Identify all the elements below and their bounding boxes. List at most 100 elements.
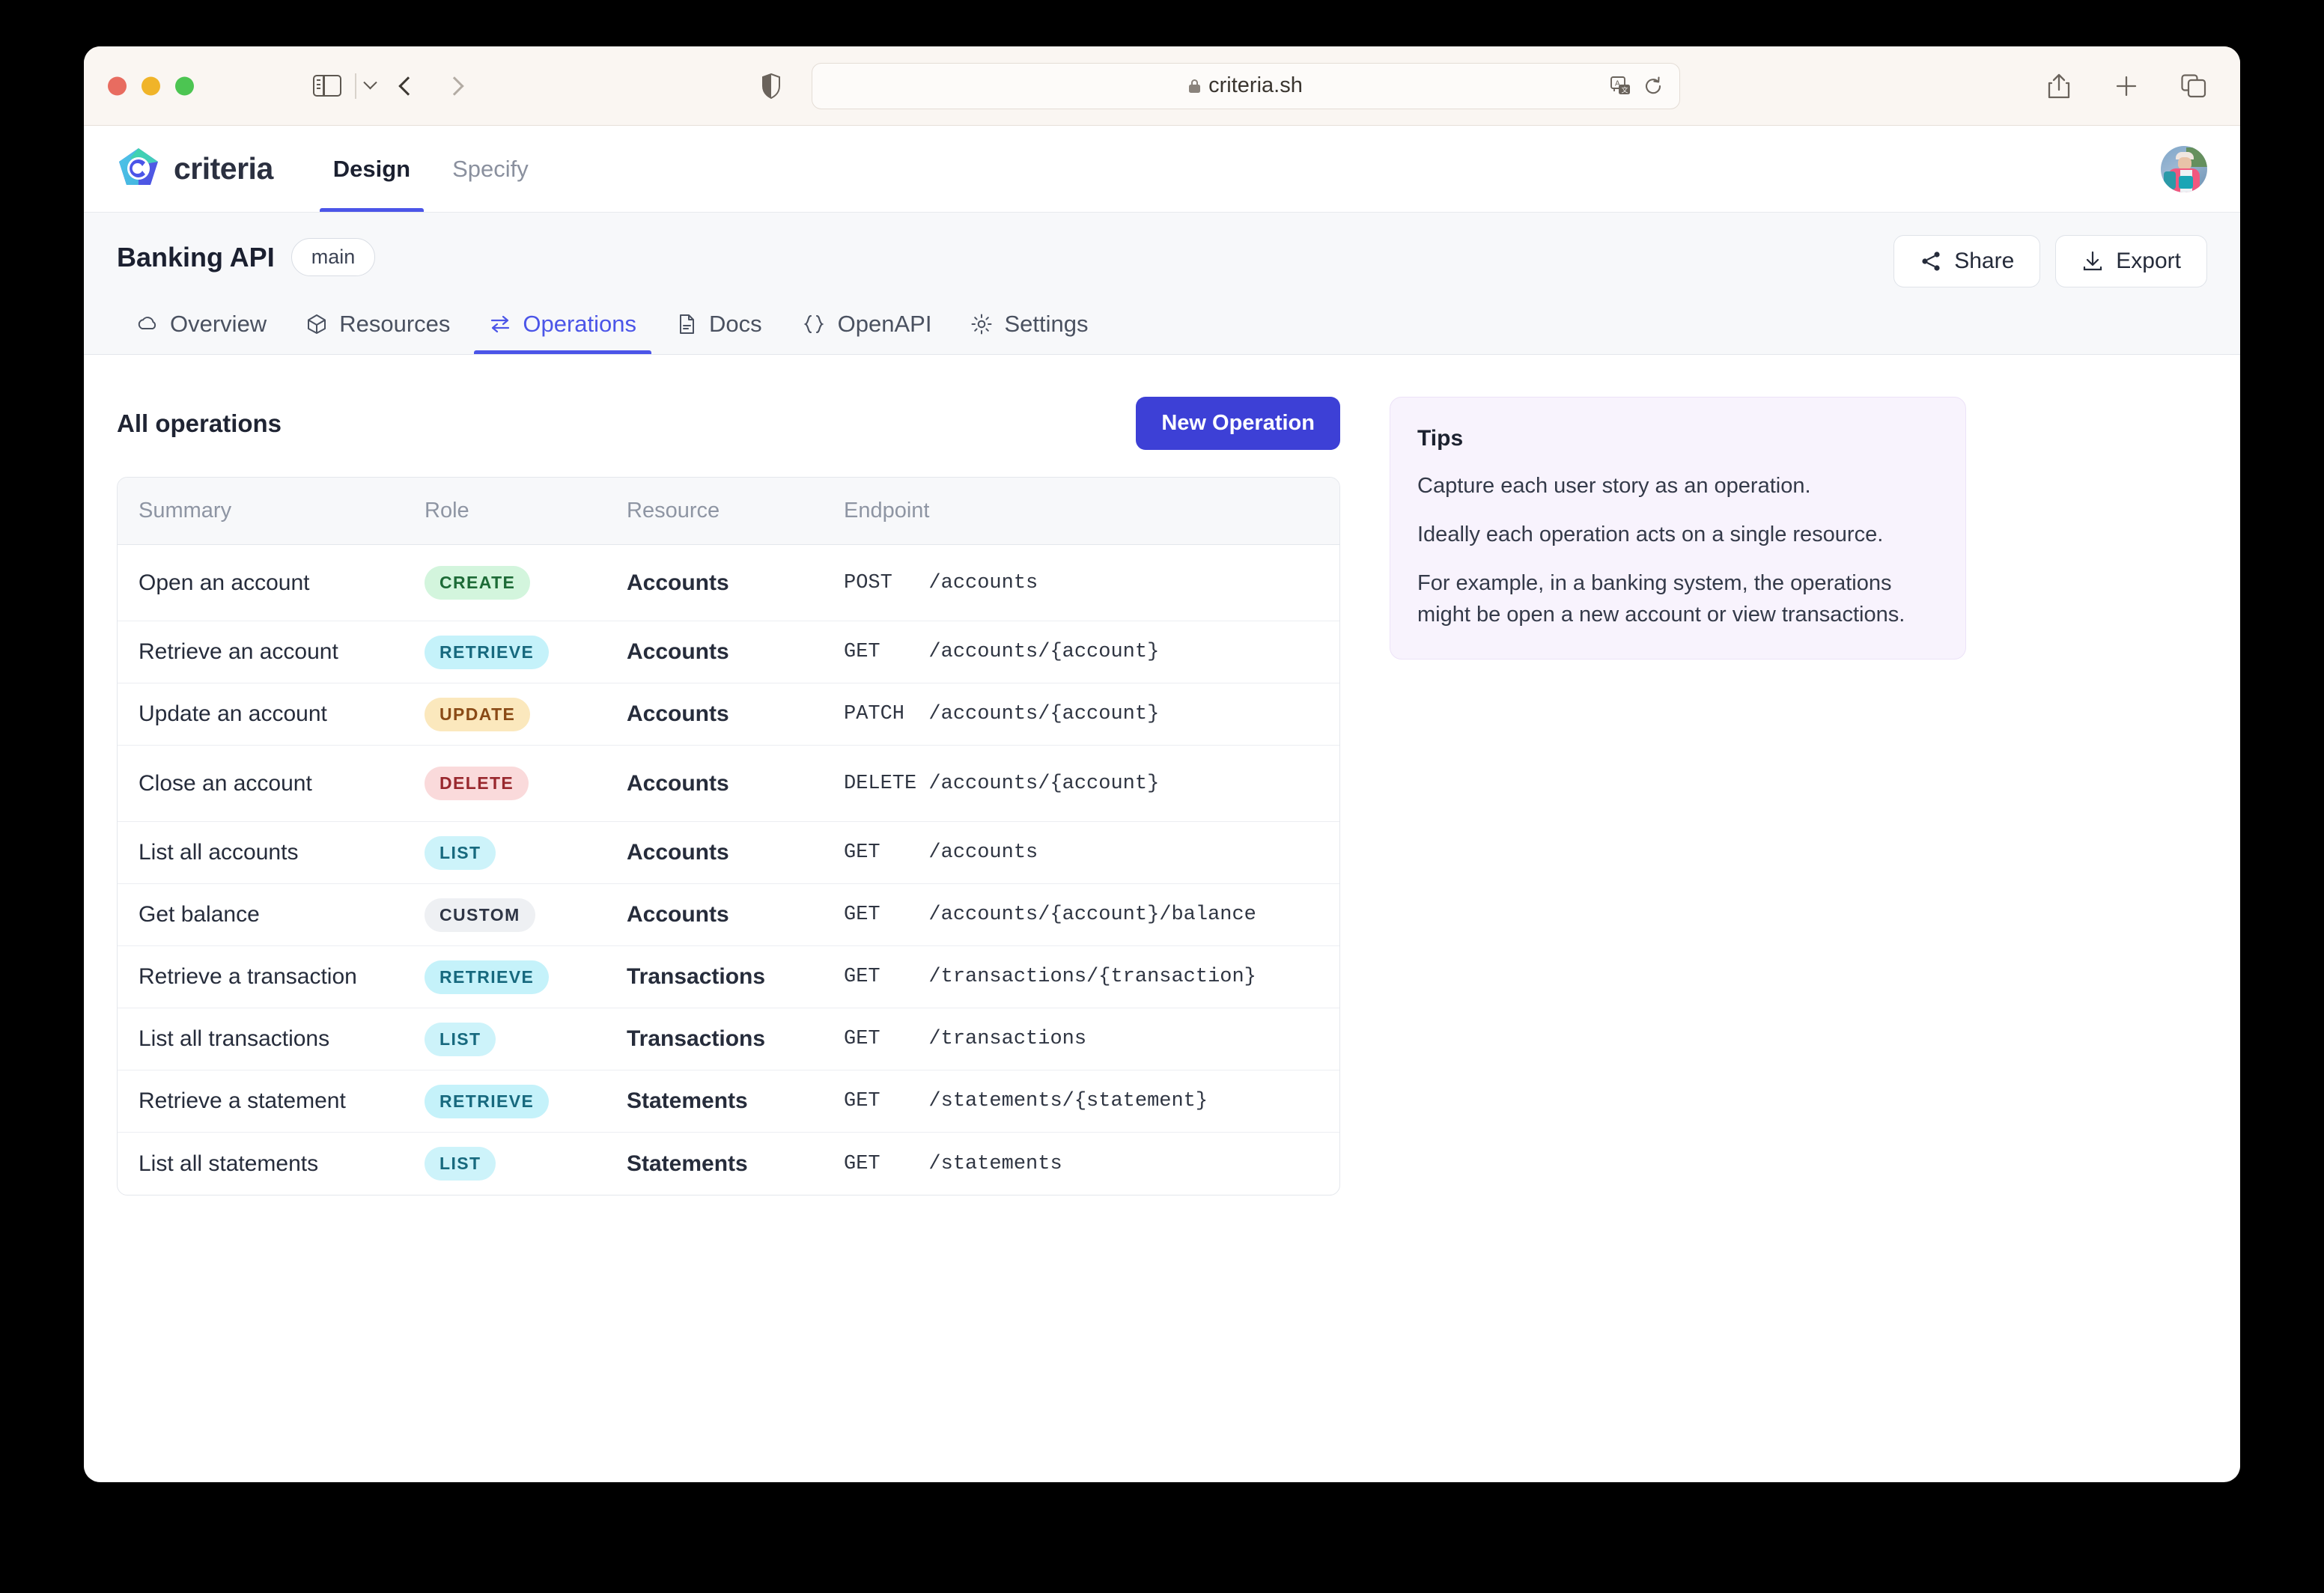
operation-summary: List all transactions: [139, 1026, 330, 1051]
table-row[interactable]: Get balance CUSTOM Accounts GET /accounts/{…: [118, 884, 1339, 946]
endpoint-path: GET /statements/{statement}: [844, 1090, 1208, 1112]
cell-role: DELETE: [425, 767, 627, 800]
braces-icon: [803, 314, 824, 334]
cell-endpoint: DELETE /accounts/{account}: [844, 773, 1339, 795]
table-row[interactable]: Close an account DELETE Accounts DELETE /ac…: [118, 746, 1339, 822]
operations-panel: All operations New Operation Summary Rol…: [117, 397, 1340, 1478]
operation-summary: Retrieve a transaction: [139, 964, 357, 989]
branch-chip[interactable]: main: [290, 238, 376, 276]
tab-resources[interactable]: Resources: [286, 300, 469, 354]
table-row[interactable]: Update an account UPDATE Accounts PATCH /ac…: [118, 683, 1339, 746]
tab-operations[interactable]: Operations: [469, 300, 656, 354]
tab-settings[interactable]: Settings: [951, 300, 1107, 354]
new-operation-button[interactable]: New Operation: [1136, 397, 1340, 450]
tips-panel: Tips Capture each user story as an opera…: [1390, 397, 1966, 660]
cell-summary: List all statements: [118, 1151, 425, 1177]
table-row[interactable]: Retrieve a statement RETRIEVE Statements GE…: [118, 1070, 1339, 1133]
operation-summary: List all accounts: [139, 840, 299, 865]
sidebar-toggle-icon[interactable]: [313, 75, 341, 97]
role-badge: RETRIEVE: [425, 1084, 550, 1118]
cloud-icon: [138, 317, 156, 329]
reload-icon[interactable]: [1643, 76, 1663, 96]
tab-docs-label: Docs: [709, 311, 762, 337]
table-row[interactable]: List all accounts LIST Accounts GET /accoun…: [118, 822, 1339, 884]
tab-overview[interactable]: Overview: [117, 300, 286, 354]
lock-icon: [1189, 79, 1201, 93]
share-button[interactable]: Share: [1893, 235, 2041, 287]
privacy-shield-icon[interactable]: [761, 73, 781, 99]
tab-openapi-label: OpenAPI: [837, 311, 932, 337]
toolbar-divider: [355, 73, 356, 99]
resource-name: Accounts: [627, 570, 729, 595]
plus-icon[interactable]: [2113, 73, 2140, 100]
export-button[interactable]: Export: [2055, 235, 2207, 287]
cell-summary: List all accounts: [118, 840, 425, 865]
top-tab-specify-label: Specify: [452, 155, 529, 182]
minimize-window-button[interactable]: [142, 76, 160, 95]
endpoint-path: GET /accounts/{account}: [844, 641, 1160, 663]
url-display: criteria.sh: [1189, 73, 1303, 98]
navigation-arrows: [398, 76, 464, 96]
table-row[interactable]: Retrieve a transaction RETRIEVE Transactio…: [118, 946, 1339, 1008]
cell-endpoint: POST /accounts: [844, 572, 1339, 594]
brand[interactable]: criteria: [115, 146, 273, 192]
maximize-window-button[interactable]: [175, 76, 194, 95]
table-header-row: Summary Role Resource Endpoint: [118, 478, 1339, 545]
cell-role: RETRIEVE: [425, 1084, 627, 1118]
tab-openapi[interactable]: OpenAPI: [782, 300, 952, 354]
top-tab-specify[interactable]: Specify: [431, 126, 550, 212]
cell-role: UPDATE: [425, 697, 627, 731]
endpoint-path: PATCH /accounts/{account}: [844, 703, 1160, 725]
tab-resources-label: Resources: [339, 311, 451, 337]
share-icon[interactable]: [2045, 73, 2072, 100]
sidebar-controls: [313, 73, 377, 99]
table-body: Open an account CREATE Accounts POST /accou…: [118, 545, 1339, 1195]
address-bar[interactable]: criteria.sh A 文: [812, 62, 1680, 109]
brand-name: criteria: [174, 151, 273, 186]
table-row[interactable]: Open an account CREATE Accounts POST /accou…: [118, 545, 1339, 621]
back-arrow-icon[interactable]: [398, 76, 418, 96]
cell-summary: List all transactions: [118, 1026, 425, 1052]
role-badge: LIST: [425, 835, 496, 870]
tab-docs[interactable]: Docs: [656, 300, 782, 354]
resource-name: Statements: [627, 1151, 748, 1176]
cell-endpoint: GET /accounts/{account}: [844, 641, 1339, 663]
transfer-icon: [491, 315, 510, 333]
cell-endpoint: GET /accounts: [844, 841, 1339, 864]
top-tab-design-label: Design: [332, 155, 411, 182]
endpoint-path: GET /accounts: [844, 841, 1038, 864]
tab-settings-label: Settings: [1004, 311, 1089, 337]
avatar[interactable]: [2161, 145, 2207, 192]
operation-summary: List all statements: [139, 1151, 319, 1176]
top-tab-design[interactable]: Design: [312, 126, 431, 212]
table-row[interactable]: Retrieve an account RETRIEVE Accounts GET /…: [118, 621, 1339, 683]
header-actions: Share Export: [1893, 235, 2207, 287]
cell-summary: Retrieve an account: [118, 639, 425, 665]
section-tabs: Overview Resources Operations Docs OpenA…: [117, 300, 2207, 354]
cell-resource: Statements: [627, 1088, 844, 1114]
table-row[interactable]: List all statements LIST Statements GET /st…: [118, 1133, 1339, 1195]
operation-summary: Retrieve a statement: [139, 1088, 346, 1113]
top-tabs: Design Specify: [312, 126, 550, 212]
operation-summary: Update an account: [139, 701, 327, 726]
document-icon: [680, 314, 695, 334]
tab-overview-icon[interactable]: [2180, 73, 2207, 100]
operations-table: Summary Role Resource Endpoint Open an a…: [117, 477, 1340, 1195]
cell-resource: Accounts: [627, 701, 844, 727]
cell-endpoint: GET /statements: [844, 1153, 1339, 1175]
column-header-summary: Summary: [139, 499, 232, 523]
endpoint-path: GET /transactions: [844, 1028, 1087, 1050]
cell-resource: Accounts: [627, 639, 844, 665]
forward-arrow-icon[interactable]: [445, 76, 464, 96]
url-text: criteria.sh: [1208, 73, 1303, 97]
operation-summary: Close an account: [139, 770, 312, 796]
close-window-button[interactable]: [108, 76, 127, 95]
cell-endpoint: GET /transactions/{transaction}: [844, 966, 1339, 988]
translate-icon[interactable]: A 文: [1610, 76, 1631, 96]
chevron-down-icon[interactable]: [362, 76, 377, 90]
table-row[interactable]: List all transactions LIST Transactions GET…: [118, 1008, 1339, 1070]
browser-toolbar: criteria.sh A 文: [84, 46, 2240, 126]
resource-name: Accounts: [627, 902, 729, 927]
download-icon: [2084, 251, 2102, 271]
content-area: All operations New Operation Summary Rol…: [84, 355, 2240, 1478]
